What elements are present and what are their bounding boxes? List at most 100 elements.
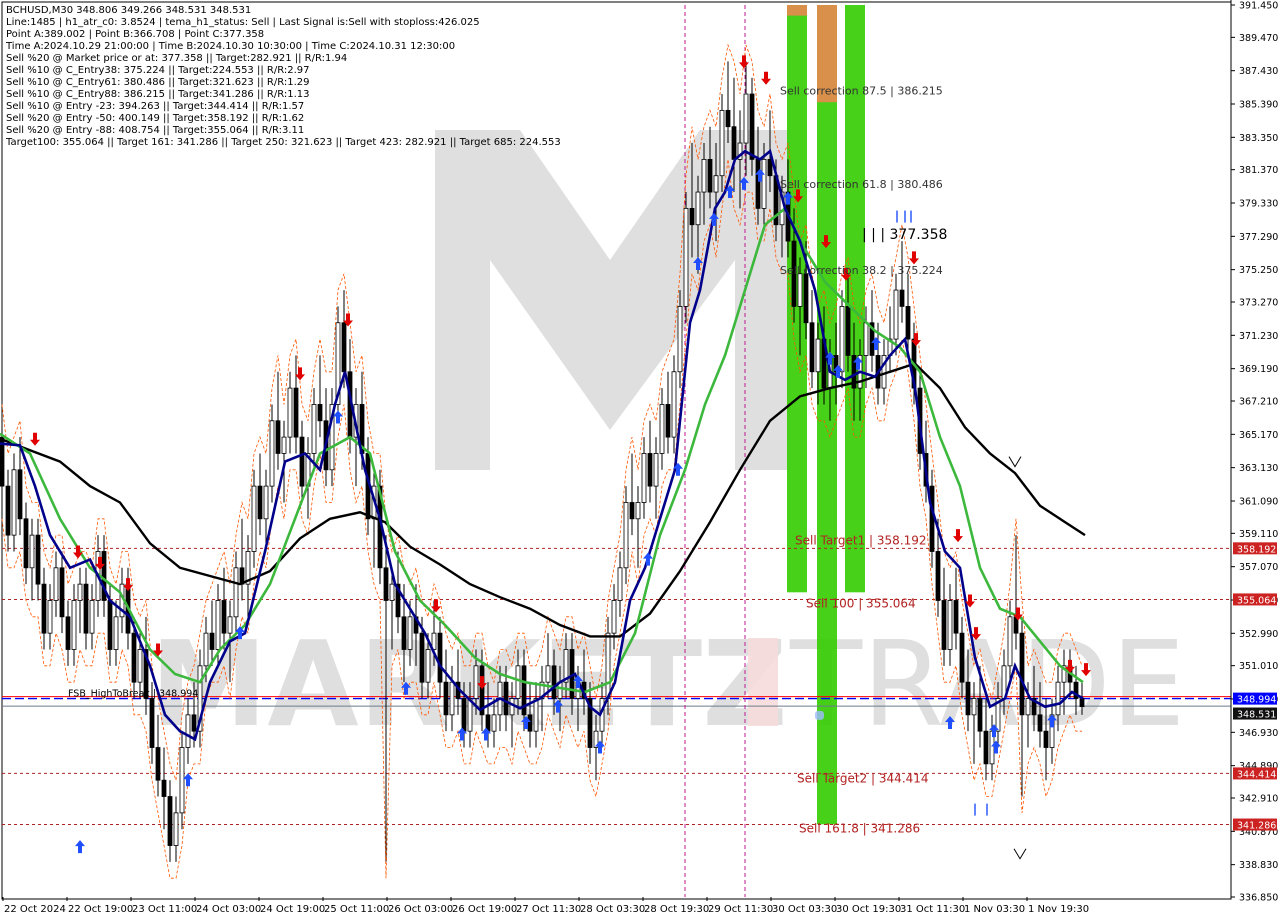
candle-body-25 xyxy=(149,698,155,748)
candle-body-162 xyxy=(971,698,977,716)
candle-body-77 xyxy=(461,698,467,732)
candle-body-34 xyxy=(203,632,209,667)
candle-body-133 xyxy=(797,273,803,307)
candle-body-1 xyxy=(5,485,11,536)
candle-body-71 xyxy=(425,649,431,683)
candle-body-104 xyxy=(623,502,629,569)
candle-body-47 xyxy=(281,436,287,454)
candle-body-156 xyxy=(935,551,941,601)
x-tick-label-8: 27 Oct 11:30 xyxy=(516,904,581,915)
y-tick-label-7: 377.290 xyxy=(1239,232,1278,243)
candle-body-86 xyxy=(515,665,521,699)
y-tick-label-19: 352.990 xyxy=(1239,629,1278,640)
candle-body-73 xyxy=(437,632,443,683)
candle-body-151 xyxy=(905,306,911,340)
candle-body-157 xyxy=(941,600,947,650)
level-box-4-text: 341.286 xyxy=(1237,821,1276,832)
y-tick-label-1: 389.470 xyxy=(1239,33,1278,44)
candle-body-174 xyxy=(1043,730,1049,748)
candle-body-32 xyxy=(191,714,197,732)
info-line-10: Sell %20 @ Entry -50: 400.149 || Target:… xyxy=(6,113,304,124)
info-line-4: Time A:2024.10.29 21:00:00 | Time B:2024… xyxy=(5,41,455,52)
watermark-text-left: MARKETZ xyxy=(150,615,788,753)
candle-body-6 xyxy=(35,534,41,585)
candle-body-68 xyxy=(407,616,413,650)
candle-body-70 xyxy=(419,632,425,683)
candle-body-144 xyxy=(863,322,869,356)
candle-body-30 xyxy=(179,747,185,814)
candle-body-48 xyxy=(287,387,293,438)
candle-body-91 xyxy=(545,665,551,683)
level-label-3: Sell Target2 | 344.414 xyxy=(797,771,929,785)
candle-body-161 xyxy=(965,681,971,716)
candle-body-78 xyxy=(467,698,473,732)
candle-body-38 xyxy=(227,616,233,634)
candle-body-105 xyxy=(629,502,635,520)
candle-body-39 xyxy=(233,567,239,618)
candle-body-158 xyxy=(947,600,953,650)
candle-body-119 xyxy=(713,175,719,193)
y-tick-label-17: 357.070 xyxy=(1239,562,1278,573)
candle-body-3 xyxy=(17,469,23,520)
candle-body-114 xyxy=(683,207,689,307)
candle-body-111 xyxy=(665,404,671,438)
candle-body-124 xyxy=(743,93,749,144)
candle-body-75 xyxy=(449,681,455,716)
candle-body-26 xyxy=(155,747,161,781)
x-tick-label-4: 24 Oct 19:00 xyxy=(260,904,325,915)
candle-body-103 xyxy=(617,567,623,601)
candle-body-170 xyxy=(1019,632,1025,716)
y-tick-label-16: 359.110 xyxy=(1239,529,1278,540)
candle-body-5 xyxy=(29,534,35,569)
candle-body-52 xyxy=(311,404,317,454)
candle-body-23 xyxy=(137,649,143,683)
candle-body-128 xyxy=(767,158,773,177)
candle-body-35 xyxy=(209,632,215,650)
candle-body-36 xyxy=(215,600,221,650)
level-label-1: Sell Target1 | 358.192 xyxy=(795,533,927,547)
candle-body-126 xyxy=(755,158,761,209)
correction-label-1: Sell correction 87.5 | 386.215 xyxy=(780,85,943,98)
candle-body-110 xyxy=(659,404,665,454)
candle-body-15 xyxy=(89,600,95,634)
candle-body-108 xyxy=(647,453,653,487)
info-line-12: Target100: 355.064 || Target 161: 341.28… xyxy=(5,137,561,148)
candle-body-92 xyxy=(551,665,557,699)
info-line-6: Sell %10 @ C_Entry38: 375.224 || Target:… xyxy=(6,65,309,76)
candle-body-122 xyxy=(731,126,737,160)
x-tick-label-0: 22 Oct 2024 xyxy=(4,904,66,915)
watermark-red-bar xyxy=(748,638,778,726)
candle-body-120 xyxy=(719,109,725,177)
y-tick-label-24: 342.910 xyxy=(1239,793,1278,804)
y-tick-label-5: 381.370 xyxy=(1239,165,1278,176)
candle-body-28 xyxy=(167,796,173,846)
x-tick-label-2: 23 Oct 11:00 xyxy=(132,904,197,915)
candle-body-14 xyxy=(83,583,89,634)
candle-body-4 xyxy=(23,518,29,569)
candle-body-160 xyxy=(959,632,965,683)
correction-label-2: Sell correction 61.8 | 380.486 xyxy=(780,178,943,191)
x-tick-label-3: 24 Oct 03:00 xyxy=(196,904,261,915)
y-tick-label-6: 379.330 xyxy=(1239,199,1278,210)
candle-body-163 xyxy=(977,698,983,732)
x-tick-label-16: 1 Nov 19:30 xyxy=(1028,904,1089,915)
y-tick-label-12: 367.210 xyxy=(1239,397,1278,408)
candle-body-155 xyxy=(929,485,935,552)
y-tick-label-26: 338.830 xyxy=(1239,860,1278,871)
chart-canvas[interactable]: MARKETZ TRADE Sell Target1 | 358.192Sell… xyxy=(0,0,1280,920)
candle-body-107 xyxy=(641,453,647,503)
y-tick-label-2: 387.430 xyxy=(1239,66,1278,77)
candle-body-88 xyxy=(527,714,533,732)
x-tick-label-15: 1 Nov 03:30 xyxy=(964,904,1025,915)
candle-body-89 xyxy=(533,698,539,732)
candle-body-50 xyxy=(299,436,305,487)
candle-body-118 xyxy=(707,158,713,193)
y-tick-label-3: 385.390 xyxy=(1239,100,1278,111)
candle-body-164 xyxy=(983,730,989,765)
fib-zone-2 xyxy=(817,5,837,825)
level-box-2-text: 355.064 xyxy=(1237,595,1276,606)
candle-body-180 xyxy=(1079,698,1085,708)
candle-body-65 xyxy=(389,583,395,601)
y-tick-label-14: 363.130 xyxy=(1239,463,1278,474)
candle-body-37 xyxy=(221,600,227,634)
